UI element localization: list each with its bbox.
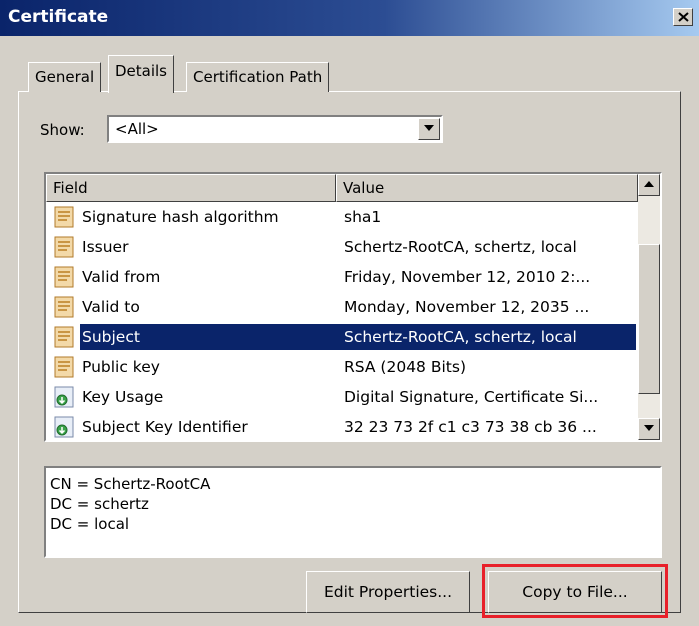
detail-line: DC = schertz xyxy=(50,495,149,513)
window-title: Certificate xyxy=(8,7,109,27)
chevron-down-icon xyxy=(644,425,654,431)
field-value: Friday, November 12, 2010 2:... xyxy=(344,268,591,286)
document-field-icon xyxy=(54,206,74,228)
field-detail-box[interactable]: CN = Schertz-RootCA DC = schertz DC = lo… xyxy=(44,466,662,558)
list-item[interactable]: Valid to Monday, November 12, 2035 ... xyxy=(46,292,638,322)
list-item[interactable]: Subject Schertz-RootCA, schertz, local xyxy=(46,322,638,352)
document-field-icon xyxy=(54,236,74,258)
tab-details[interactable]: Details xyxy=(108,55,175,93)
scroll-down-button[interactable] xyxy=(638,418,660,440)
list-item[interactable]: Key Usage Digital Signature, Certificate … xyxy=(46,382,638,412)
close-icon xyxy=(678,12,689,22)
field-value: Digital Signature, Certificate Si... xyxy=(344,388,599,406)
field-name: Public key xyxy=(82,358,160,376)
field-name: Valid to xyxy=(82,298,140,316)
field-list[interactable]: Field Value Signature hash algorithm sha1… xyxy=(44,172,662,442)
scroll-thumb[interactable] xyxy=(638,244,660,394)
list-item[interactable]: Subject Key Identifier 32 23 73 2f c1 c3 … xyxy=(46,412,638,440)
close-button[interactable] xyxy=(673,8,693,26)
list-item[interactable]: Issuer Schertz-RootCA, schertz, local xyxy=(46,232,638,262)
title-bar: Certificate xyxy=(0,0,699,36)
tab-certification-path[interactable]: Certification Path xyxy=(186,62,330,92)
field-name: Issuer xyxy=(82,238,129,256)
field-value: Schertz-RootCA, schertz, local xyxy=(344,328,577,346)
list-header: Field Value xyxy=(46,174,638,202)
extension-field-icon xyxy=(54,386,74,408)
list-item[interactable]: Valid from Friday, November 12, 2010 2:..… xyxy=(46,262,638,292)
column-header-value[interactable]: Value xyxy=(336,174,638,202)
list-item[interactable]: Public key RSA (2048 Bits) xyxy=(46,352,638,382)
document-field-icon xyxy=(54,266,74,288)
certificate-dialog: Certificate General Details Certificatio… xyxy=(0,0,699,626)
field-name: Subject Key Identifier xyxy=(82,418,248,436)
field-value: RSA (2048 Bits) xyxy=(344,358,466,376)
field-value: 32 23 73 2f c1 c3 73 38 cb 36 ... xyxy=(344,418,597,436)
list-item[interactable]: Signature hash algorithm sha1 xyxy=(46,202,638,232)
column-header-field[interactable]: Field xyxy=(46,174,336,202)
show-dropdown-value: <All> xyxy=(115,120,159,138)
field-value: sha1 xyxy=(344,208,382,226)
chevron-down-icon xyxy=(424,125,434,131)
field-name: Valid from xyxy=(82,268,161,286)
field-name: Subject xyxy=(82,328,140,346)
extension-field-icon xyxy=(54,416,74,438)
document-field-icon xyxy=(54,296,74,318)
detail-line: CN = Schertz-RootCA xyxy=(50,475,211,493)
red-highlight-box xyxy=(482,564,668,618)
field-name: Key Usage xyxy=(82,388,164,406)
scroll-up-button[interactable] xyxy=(638,174,660,196)
field-value: Schertz-RootCA, schertz, local xyxy=(344,238,577,256)
field-name: Signature hash algorithm xyxy=(82,208,279,226)
edit-properties-button[interactable]: Edit Properties... xyxy=(306,571,470,613)
show-dropdown-button[interactable] xyxy=(418,118,440,140)
chevron-up-icon xyxy=(644,181,654,187)
tab-general[interactable]: General xyxy=(28,62,102,92)
show-label: Show: xyxy=(40,121,85,139)
detail-line: DC = local xyxy=(50,515,130,533)
show-dropdown[interactable]: <All> xyxy=(107,115,443,143)
field-value: Monday, November 12, 2035 ... xyxy=(344,298,590,316)
vertical-scrollbar[interactable] xyxy=(638,174,660,440)
document-field-icon xyxy=(54,326,74,348)
document-field-icon xyxy=(54,356,74,378)
